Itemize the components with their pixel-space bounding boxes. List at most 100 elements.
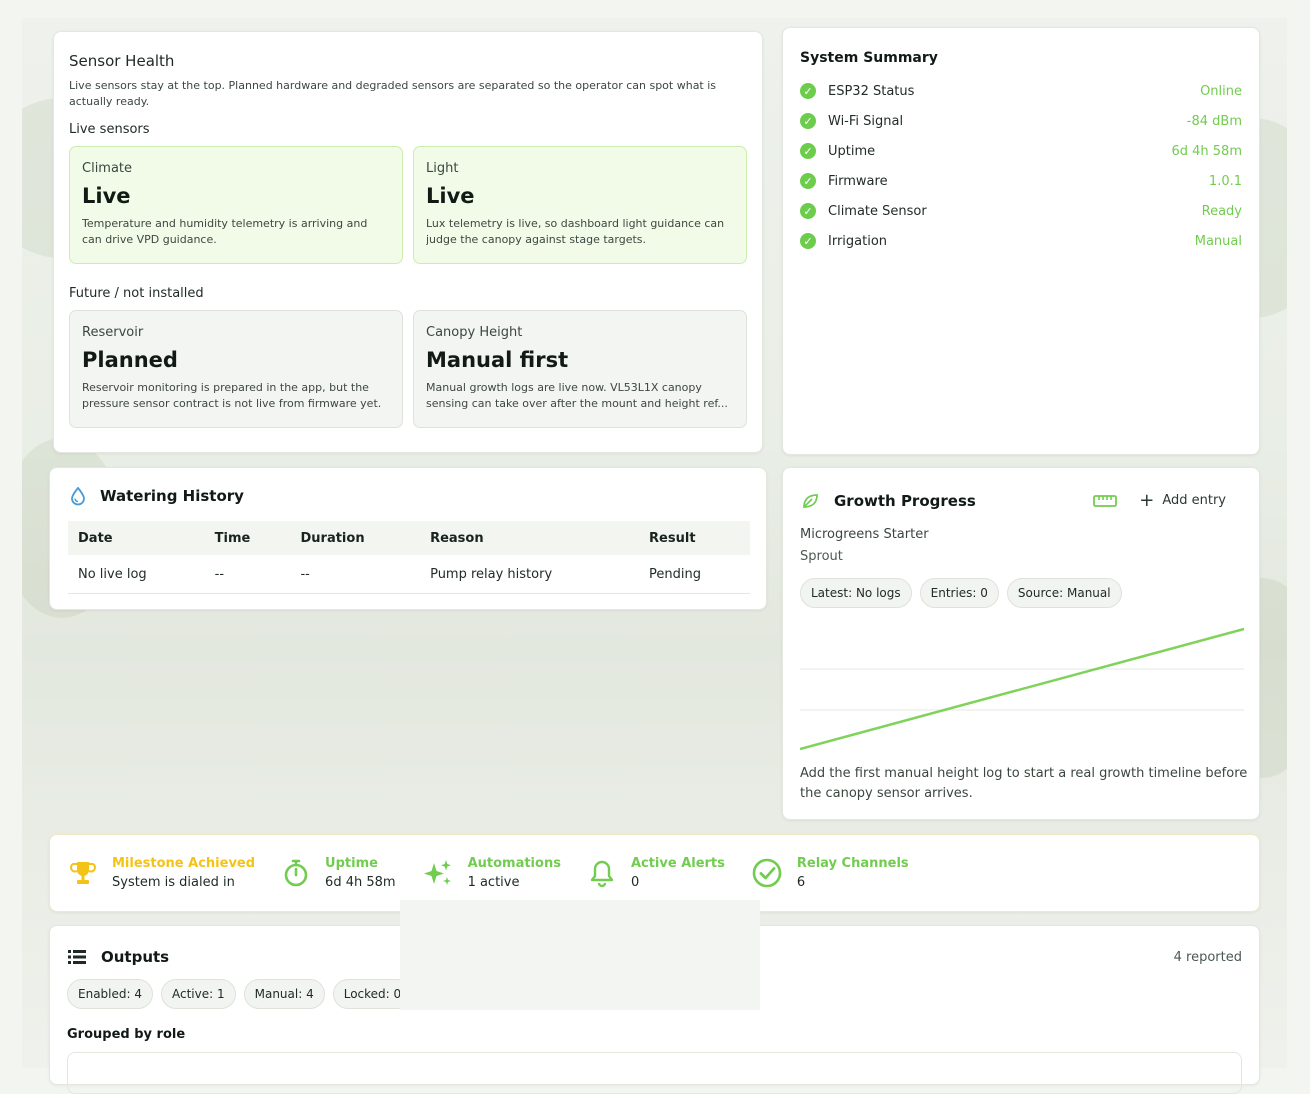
stat-milestone: Milestone Achieved System is dialed in (68, 856, 255, 890)
water-drop-icon (68, 486, 88, 506)
stat-value: 6d 4h 58m (325, 875, 396, 890)
stat-uptime: Uptime 6d 4h 58m (281, 856, 396, 890)
source-pill: Source: Manual (1006, 578, 1122, 608)
stat-label: Uptime (325, 856, 378, 871)
check-icon: ✓ (800, 203, 816, 219)
sensor-health-card: Sensor Health Live sensors stay at the t… (53, 31, 763, 453)
loading-overlay (400, 900, 760, 1010)
sensor-detail: Lux telemetry is live, so dashboard ligh… (426, 217, 725, 246)
sensor-detail: Reservoir monitoring is prepared in the … (82, 381, 382, 410)
stat-automations: Automations 1 active (422, 856, 561, 890)
summary-value: 1.0.1 (1208, 173, 1242, 189)
check-icon: ✓ (800, 173, 816, 189)
growth-chart (800, 627, 1245, 751)
manual-pill[interactable]: Manual: 4 (243, 979, 325, 1009)
sensor-health-title: Sensor Health (69, 52, 175, 70)
column-header: Time (204, 521, 291, 555)
stopwatch-icon (281, 858, 311, 888)
plus-icon: + (1139, 490, 1155, 511)
add-entry-button[interactable]: + Add entry (1139, 490, 1226, 511)
list-icon (67, 949, 87, 965)
growth-series-line (800, 627, 1245, 751)
live-sensors-label: Live sensors (69, 122, 150, 137)
table-cell: Pending (639, 555, 750, 594)
sensor-tile-reservoir[interactable]: Reservoir Planned Reservoir monitoring i… (69, 310, 403, 428)
table-cell: No live log (68, 555, 205, 594)
leaf-icon (800, 491, 820, 511)
summary-row: ✓ ESP32 Status Online (800, 76, 1242, 106)
stat-value: 0 (630, 875, 640, 890)
stat-value: 1 active (467, 875, 520, 890)
system-summary-title: System Summary (800, 50, 938, 66)
sensor-tile-climate[interactable]: Climate Live Temperature and humidity te… (69, 146, 403, 264)
stat-label: Milestone Achieved (112, 856, 256, 871)
sensor-name: Reservoir (82, 325, 144, 340)
check-icon: ✓ (800, 113, 816, 129)
column-header: Duration (290, 521, 421, 555)
sensor-tile-light[interactable]: Light Live Lux telemetry is live, so das… (413, 146, 747, 264)
sensor-detail: Temperature and humidity telemetry is ar… (82, 217, 368, 246)
latest-pill: Latest: No logs (800, 578, 912, 608)
summary-row: ✓ Climate Sensor Ready (800, 196, 1242, 226)
ruler-icon[interactable] (1093, 494, 1118, 508)
summary-value: -84 dBm (1186, 113, 1242, 129)
table-cell: -- (204, 555, 291, 594)
sensor-name: Canopy Height (426, 325, 523, 340)
check-icon: ✓ (800, 83, 816, 99)
summary-row: ✓ Uptime 6d 4h 58m (800, 136, 1242, 166)
summary-label: Irrigation (828, 233, 888, 249)
column-header: Reason (420, 521, 640, 555)
bell-icon (587, 858, 617, 888)
sensor-name: Light (426, 161, 459, 176)
check-icon: ✓ (800, 233, 816, 249)
stat-value: 6 (796, 875, 806, 890)
add-entry-label: Add entry (1162, 493, 1226, 508)
sensor-name: Climate (82, 161, 133, 176)
table-cell: -- (290, 555, 421, 594)
sensor-status: Planned (82, 348, 178, 372)
stat-value: System is dialed in (112, 875, 235, 890)
enabled-pill[interactable]: Enabled: 4 (67, 979, 153, 1009)
summary-row: ✓ Firmware 1.0.1 (800, 166, 1242, 196)
plant-name: Microgreens Starter (800, 527, 929, 542)
check-circle-icon (751, 857, 783, 889)
entries-pill: Entries: 0 (919, 578, 999, 608)
active-pill[interactable]: Active: 1 (160, 979, 236, 1009)
sensor-detail: Manual growth logs are live now. VL53L1X… (426, 381, 728, 410)
summary-label: ESP32 Status (828, 83, 915, 99)
summary-label: Wi-Fi Signal (828, 113, 904, 129)
growth-progress-card: Growth Progress + Add entry Microgreens … (782, 467, 1260, 820)
grouped-by-role-label: Grouped by role (67, 1027, 186, 1042)
trophy-icon (68, 858, 98, 888)
summary-value: Manual (1194, 233, 1242, 249)
sensor-tile-canopy-height[interactable]: Canopy Height Manual first Manual growth… (413, 310, 747, 428)
outputs-reported-count: 4 reported (1173, 949, 1242, 965)
column-header: Date (68, 521, 205, 555)
check-icon: ✓ (800, 143, 816, 159)
sparkles-icon (422, 858, 454, 888)
watering-history-title: Watering History (100, 487, 244, 505)
system-summary-card: System Summary ✓ ESP32 Status Online ✓ Wi-Fi… (782, 27, 1260, 455)
sensor-status: Live (426, 184, 475, 208)
growth-stage: Sprout (800, 549, 843, 564)
stat-label: Automations (467, 856, 561, 871)
future-sensors-label: Future / not installed (69, 286, 204, 301)
watering-table: Date Time Duration Reason Result No live log… (68, 521, 750, 594)
sensor-health-description: Live sensors stay at the top. Planned ha… (69, 79, 717, 108)
sensor-status: Live (82, 184, 131, 208)
summary-value: Online (1200, 83, 1242, 99)
summary-row: ✓ Wi-Fi Signal -84 dBm (800, 106, 1242, 136)
watering-history-card: Watering History Date Time Duration Reason R… (49, 467, 767, 610)
summary-value: Ready (1201, 203, 1242, 219)
sensor-status: Manual first (426, 348, 569, 372)
stat-label: Active Alerts (630, 856, 725, 871)
stat-active-alerts: Active Alerts 0 (587, 856, 725, 890)
summary-value: 6d 4h 58m (1171, 143, 1242, 159)
table-row: No live log -- -- Pump relay history Pending (68, 555, 750, 594)
summary-row: ✓ Irrigation Manual (800, 226, 1242, 256)
stat-relay-channels: Relay Channels 6 (751, 856, 909, 890)
growth-note: Add the first manual height log to start… (800, 766, 1248, 801)
output-group-panel (67, 1052, 1242, 1094)
table-cell: Pump relay history (420, 555, 640, 594)
column-header: Result (639, 521, 750, 555)
